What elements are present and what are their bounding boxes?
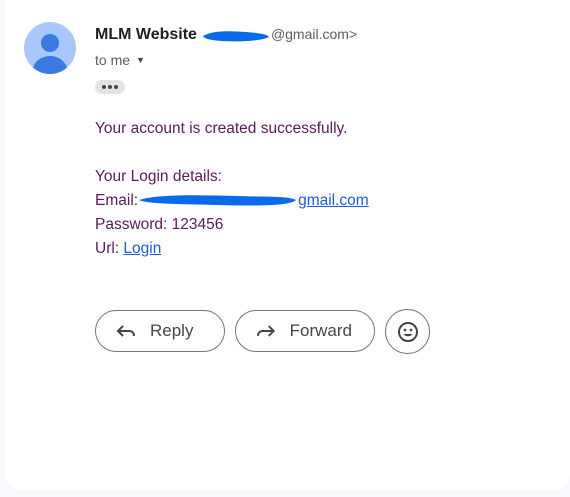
- avatar-person-icon: [33, 34, 67, 74]
- forward-icon: [256, 325, 276, 337]
- to-label: to me: [95, 52, 131, 68]
- forward-button[interactable]: Forward: [235, 310, 375, 352]
- message-line: Your account is created successfully.: [95, 120, 348, 137]
- redacted-email: [138, 192, 298, 208]
- sender-line: MLM Website @gmail.com>: [95, 25, 357, 47]
- url-line: Url: Login: [95, 237, 369, 261]
- reply-icon: [116, 325, 135, 337]
- details-heading: Your Login details:: [95, 168, 222, 185]
- chevron-down-icon[interactable]: ▼: [136, 55, 145, 65]
- redacted-sender-email: [201, 29, 271, 43]
- more-horizontal-icon[interactable]: [95, 80, 125, 94]
- emoji-icon: [397, 321, 418, 342]
- email-link[interactable]: gmail.com: [298, 192, 369, 209]
- sender-email: @gmail.com>: [270, 26, 358, 42]
- reply-button[interactable]: Reply: [95, 310, 225, 352]
- login-details: Your Login details: Email: gmail.com Pass…: [95, 165, 369, 261]
- recipient-line[interactable]: to me ▼: [95, 52, 145, 68]
- action-bar: Reply Forward: [95, 309, 430, 354]
- sender-name[interactable]: MLM Website: [95, 26, 197, 44]
- url-label: Url:: [95, 240, 120, 257]
- reply-label: Reply: [150, 321, 194, 340]
- login-link[interactable]: Login: [123, 240, 161, 257]
- email-label: Email:: [95, 192, 139, 209]
- email-line: Email: gmail.com: [95, 189, 369, 213]
- sender-avatar[interactable]: [24, 22, 76, 74]
- password-line: Password: 123456: [95, 216, 224, 233]
- emoji-reaction-button[interactable]: [385, 309, 430, 354]
- forward-label: Forward: [289, 321, 352, 340]
